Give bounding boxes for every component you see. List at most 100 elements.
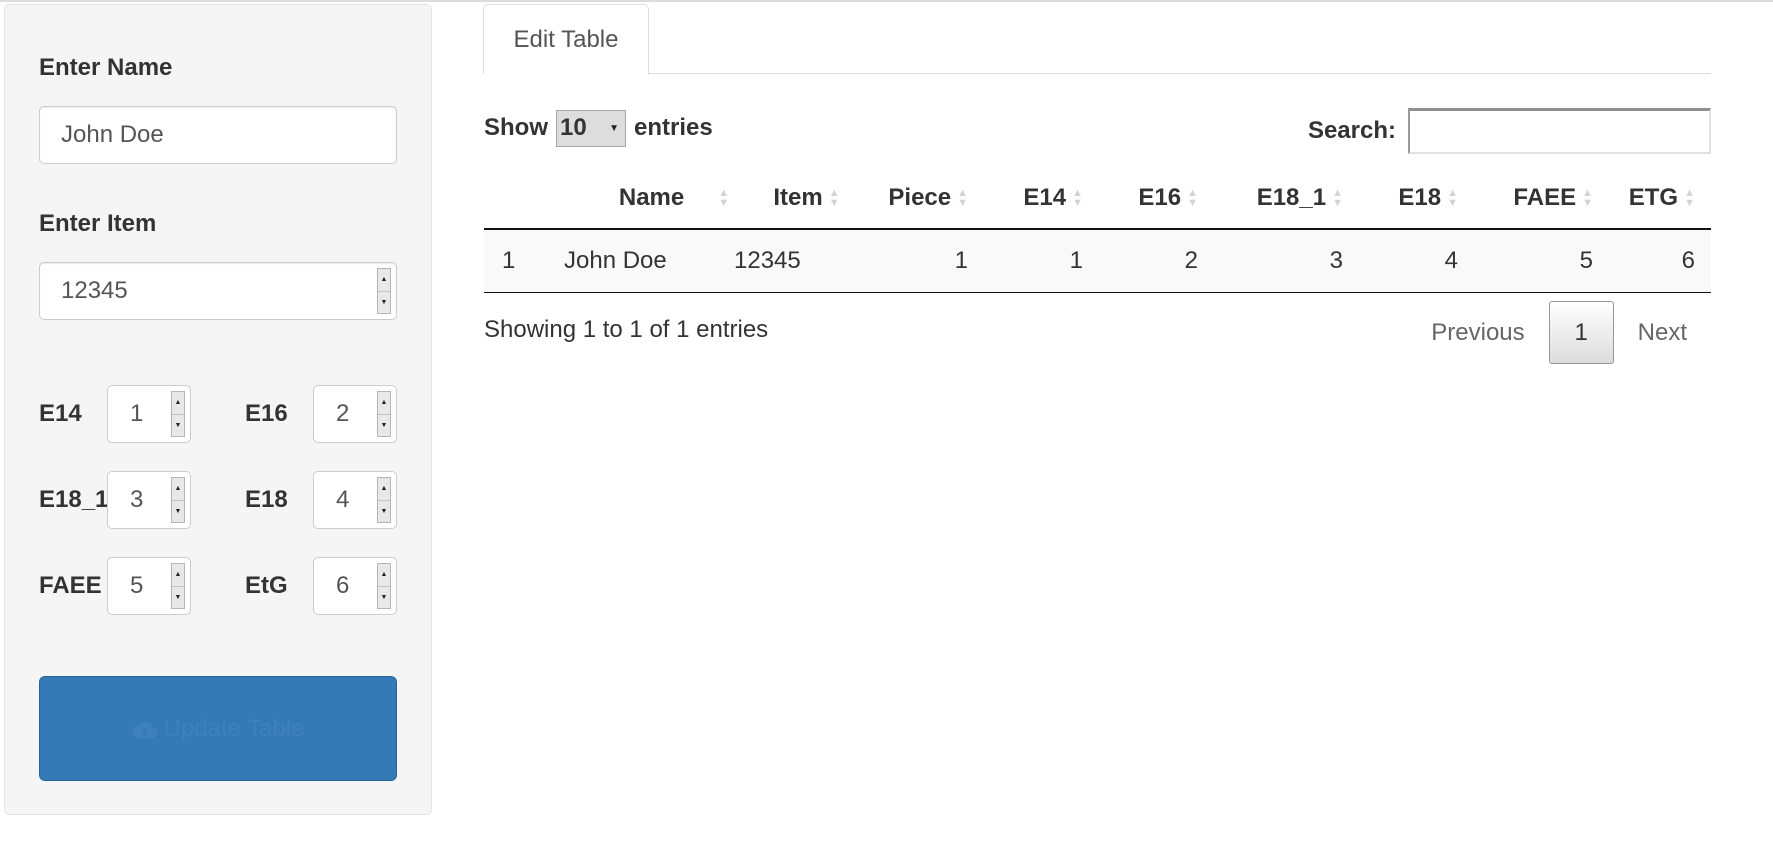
cell-e18: 4 <box>1444 247 1458 274</box>
column-header-e18[interactable]: E18 ▲ ▼ <box>1359 184 1474 212</box>
sort-icon: ▲ ▼ <box>1072 186 1083 209</box>
chevron-down-icon: ▼ <box>609 122 619 134</box>
e18-1-spinner[interactable]: ▲ ▼ <box>171 477 185 523</box>
header-label: E16 <box>1138 183 1182 211</box>
faee-spinner[interactable]: ▲ ▼ <box>171 563 185 609</box>
e18-1-label: E18_1 <box>39 486 109 513</box>
faee-label: FAEE <box>39 572 102 599</box>
spin-down-icon[interactable]: ▼ <box>172 587 184 609</box>
update-table-label: Update Table <box>163 714 305 742</box>
column-header-e16[interactable]: E16 ▲ ▼ <box>1099 184 1214 212</box>
next-page-button[interactable]: Next <box>1614 319 1711 347</box>
search-input[interactable] <box>1408 108 1711 154</box>
header-label: E18 <box>1398 183 1442 211</box>
data-table: Name ▲ ▼ Item ▲ ▼ Piece ▲ ▼ E14 ▲ ▼ E16 ▲ ▼ E18_1 ▲… <box>484 167 1711 293</box>
e18-input[interactable]: 4 ▲ ▼ <box>313 471 397 529</box>
pagination: Previous 1 Next <box>1407 301 1711 364</box>
faee-value: 5 <box>130 572 144 599</box>
faee-input[interactable]: 5 ▲ ▼ <box>107 557 191 615</box>
spin-down-icon[interactable]: ▼ <box>172 501 184 523</box>
sort-icon: ▲ ▼ <box>1187 186 1198 209</box>
cloud-upload-icon <box>131 719 158 739</box>
sort-icon: ▲ ▼ <box>718 186 730 209</box>
cell-piece: 1 <box>954 247 968 274</box>
e14-spinner[interactable]: ▲ ▼ <box>171 391 185 437</box>
entries-label: entries <box>634 114 713 141</box>
table-info: Showing 1 to 1 of 1 entries <box>484 316 769 343</box>
e14-input[interactable]: 1 ▲ ▼ <box>107 385 191 443</box>
top-border <box>0 0 1773 2</box>
item-input-value: 12345 <box>61 277 128 304</box>
table-header-row: Name ▲ ▼ Item ▲ ▼ Piece ▲ ▼ E14 ▲ ▼ E16 ▲ ▼ E18_1 ▲… <box>484 167 1711 230</box>
item-label: Enter Item <box>39 210 157 237</box>
spin-down-icon[interactable]: ▼ <box>378 292 390 314</box>
etg-input[interactable]: 6 ▲ ▼ <box>313 557 397 615</box>
e18-spinner[interactable]: ▲ ▼ <box>377 477 391 523</box>
sort-icon: ▲ ▼ <box>1684 186 1695 209</box>
cell-e14: 1 <box>1069 247 1083 274</box>
update-table-button[interactable]: Update Table <box>39 676 397 781</box>
item-spinner[interactable]: ▲ ▼ <box>377 268 391 314</box>
header-label: E18_1 <box>1256 183 1327 211</box>
e18-1-input[interactable]: 3 ▲ ▼ <box>107 471 191 529</box>
column-header-e14[interactable]: E14 ▲ ▼ <box>984 184 1099 212</box>
spin-up-icon[interactable]: ▲ <box>378 392 390 415</box>
spin-down-icon[interactable]: ▼ <box>378 501 390 523</box>
name-label: Enter Name <box>39 54 173 81</box>
header-label: E14 <box>1023 183 1067 211</box>
tab-bar-divider <box>483 73 1711 74</box>
spin-up-icon[interactable]: ▲ <box>378 478 390 501</box>
sort-icon: ▲ ▼ <box>1582 186 1593 209</box>
search-control: Search: <box>1308 108 1711 154</box>
header-label: FAEE <box>1513 183 1577 211</box>
column-header-faee[interactable]: FAEE ▲ ▼ <box>1474 184 1609 212</box>
previous-page-button[interactable]: Previous <box>1407 319 1548 347</box>
tab-edit-table[interactable]: Edit Table <box>483 4 649 75</box>
column-header-item[interactable]: Item ▲ ▼ <box>734 184 859 212</box>
e18-label: E18 <box>245 486 288 513</box>
spin-up-icon[interactable]: ▲ <box>378 564 390 587</box>
e16-spinner[interactable]: ▲ ▼ <box>377 391 391 437</box>
length-control: Show 10 ▼ entries <box>484 108 713 148</box>
spin-up-icon[interactable]: ▲ <box>172 564 184 587</box>
cell-etg: 6 <box>1681 247 1695 274</box>
name-input-value: John Doe <box>61 121 164 148</box>
page-length-select[interactable]: 10 ▼ <box>556 109 626 147</box>
header-label: Item <box>773 183 823 211</box>
spin-down-icon[interactable]: ▼ <box>378 415 390 437</box>
cell-faee: 5 <box>1579 247 1593 274</box>
item-input[interactable]: 12345 ▲ ▼ <box>39 262 397 320</box>
header-label: Piece <box>888 183 952 211</box>
e18-value: 4 <box>336 486 350 513</box>
name-input[interactable]: John Doe <box>39 106 397 164</box>
search-label: Search: <box>1307 117 1396 144</box>
spin-up-icon[interactable]: ▲ <box>378 269 390 292</box>
spin-down-icon[interactable]: ▼ <box>172 415 184 437</box>
etg-spinner[interactable]: ▲ ▼ <box>377 563 391 609</box>
sort-icon: ▲ ▼ <box>1332 186 1343 209</box>
column-header-e18-1[interactable]: E18_1 ▲ ▼ <box>1214 184 1359 212</box>
page-1-button[interactable]: 1 <box>1548 301 1614 364</box>
sort-icon: ▲ ▼ <box>828 186 840 209</box>
header-label: ETG <box>1628 183 1679 211</box>
e16-input[interactable]: 2 ▲ ▼ <box>313 385 397 443</box>
page-length-value: 10 <box>560 114 587 141</box>
column-header-etg[interactable]: ETG ▲ ▼ <box>1609 184 1711 212</box>
column-header-piece[interactable]: Piece ▲ ▼ <box>859 184 984 212</box>
cell-item: 12345 <box>734 247 801 274</box>
etg-value: 6 <box>336 572 350 599</box>
etg-label: EtG <box>245 572 288 599</box>
e14-label: E14 <box>39 400 82 427</box>
show-label: Show <box>484 114 548 141</box>
spin-down-icon[interactable]: ▼ <box>378 587 390 609</box>
table-row[interactable]: 1 John Doe 12345 1 1 2 3 4 5 6 <box>484 230 1711 293</box>
e14-value: 1 <box>130 400 144 427</box>
spin-up-icon[interactable]: ▲ <box>172 478 184 501</box>
sort-icon: ▲ ▼ <box>957 186 968 209</box>
cell-e16: 2 <box>1184 247 1198 274</box>
e18-1-value: 3 <box>130 486 144 513</box>
sort-icon: ▲ ▼ <box>1447 186 1458 209</box>
column-header-name[interactable]: Name ▲ ▼ <box>564 184 734 212</box>
cell-index: 1 <box>502 247 516 274</box>
spin-up-icon[interactable]: ▲ <box>172 392 184 415</box>
